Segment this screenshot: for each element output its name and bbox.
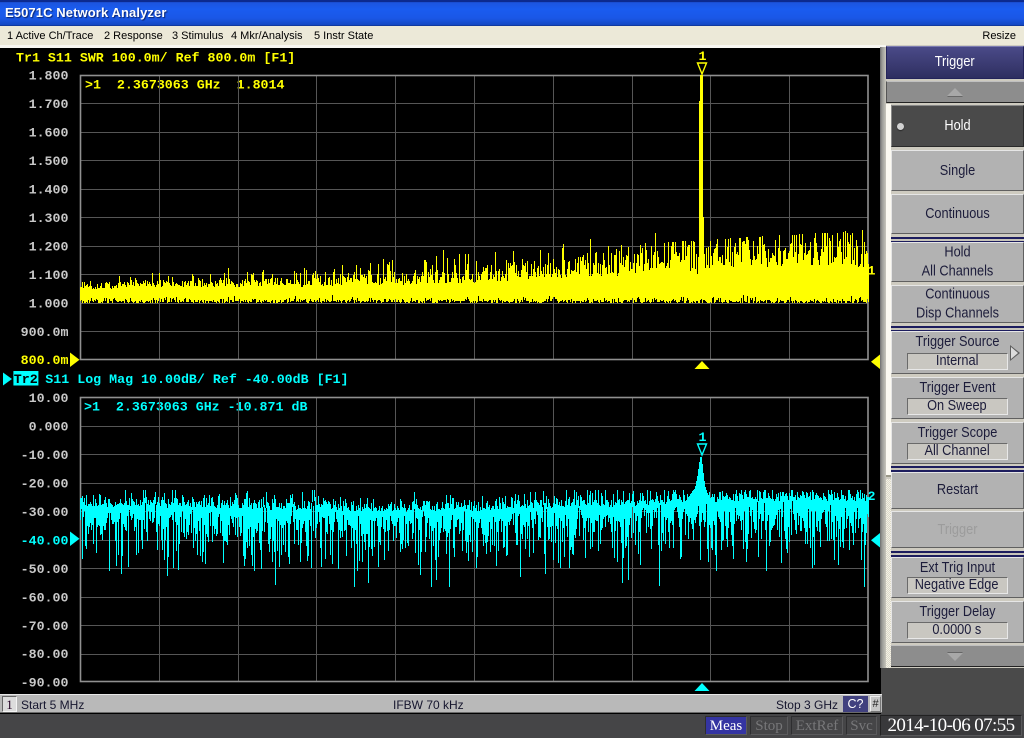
svg-text:-90.00: -90.00: [21, 676, 69, 691]
svg-text:900.0m: 900.0m: [21, 325, 69, 340]
svg-text:-20.00: -20.00: [21, 477, 69, 492]
svg-text:Tr2: Tr2: [14, 372, 38, 387]
svg-text:1.700: 1.700: [29, 97, 69, 112]
svg-text:S11 Log Mag 10.00dB/ Ref -40.0: S11 Log Mag 10.00dB/ Ref -40.00dB [F1]: [45, 372, 348, 387]
svg-text:1.600: 1.600: [29, 126, 69, 141]
svg-text:-40.00: -40.00: [21, 534, 69, 549]
svg-text:-70.00: -70.00: [21, 619, 69, 634]
svg-text:-30.00: -30.00: [21, 505, 69, 520]
svg-text:>1 2.3673063 GHz -10.871 dB: >1 2.3673063 GHz -10.871 dB: [84, 400, 307, 415]
svg-text:Tr1 S11 SWR 100.0m/ Ref 800.0m: Tr1 S11 SWR 100.0m/ Ref 800.0m [F1]: [16, 51, 295, 66]
svg-text:1.800: 1.800: [29, 69, 69, 84]
svg-text:1.400: 1.400: [29, 183, 69, 198]
svg-text:-60.00: -60.00: [21, 590, 69, 605]
svg-text:1: 1: [699, 430, 707, 445]
svg-text:1: 1: [699, 49, 707, 64]
svg-text:1.200: 1.200: [29, 239, 69, 254]
svg-text:1.000: 1.000: [29, 296, 69, 311]
svg-text:1.100: 1.100: [29, 268, 69, 283]
svg-text:10.00: 10.00: [29, 391, 69, 406]
svg-text:1.500: 1.500: [29, 154, 69, 169]
svg-text:1.300: 1.300: [29, 211, 69, 226]
svg-text:0.000: 0.000: [29, 420, 69, 435]
svg-text:-50.00: -50.00: [21, 562, 69, 577]
svg-text:800.0m: 800.0m: [21, 353, 69, 368]
svg-text:-80.00: -80.00: [21, 647, 69, 662]
svg-text:>1 2.3673063 GHz 1.8014: >1 2.3673063 GHz 1.8014: [85, 78, 285, 93]
svg-text:-10.00: -10.00: [21, 448, 69, 463]
